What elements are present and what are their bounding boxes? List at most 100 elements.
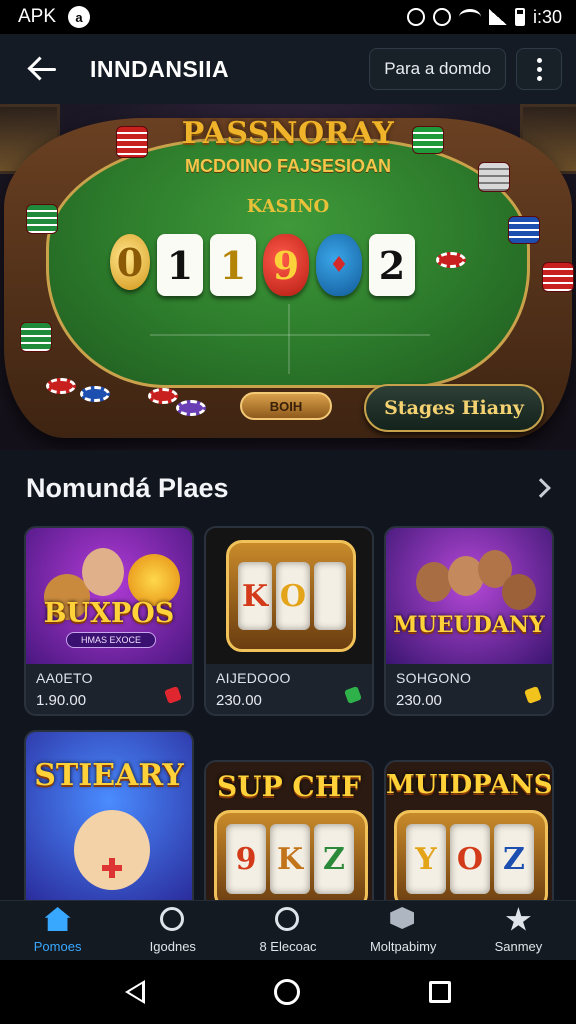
game-thumbnail: MUEUDANY [386, 528, 552, 664]
game-value: 230.00 [396, 692, 442, 709]
search-icon [159, 907, 186, 933]
game-art-title: MUIDPANS [386, 770, 552, 800]
section-title: Nomundá Plaes [26, 472, 229, 503]
game-name: SOHGONO [396, 670, 472, 686]
action-button[interactable]: Para a domdo [369, 48, 506, 90]
playing-card: 1 [157, 234, 203, 296]
game-art-subtitle: HMAS EXOCE [66, 632, 156, 648]
chat-icon [275, 907, 301, 933]
back-arrow-icon[interactable] [26, 52, 60, 86]
game-thumbnail: SUP CHF 9 K Z [206, 762, 372, 902]
game-art-title: SUP CHF [216, 770, 362, 803]
section-header: Nomundá Plaes [26, 470, 556, 506]
poker-chip [46, 378, 76, 394]
slot-reel: K [238, 562, 272, 630]
playing-card: 1 [210, 234, 256, 296]
slot-reel: K [270, 824, 310, 894]
chip-stack [542, 262, 574, 292]
timer-icon [432, 8, 451, 26]
wifi-icon [458, 9, 481, 25]
chip-stack [20, 322, 52, 352]
game-value: 230.00 [216, 692, 262, 709]
signal-icon [488, 9, 507, 25]
game-thumbnail: STIEARY [26, 732, 192, 902]
felt-line [288, 304, 290, 374]
card-row: 0 1 1 9 ♦ 2 [110, 234, 415, 296]
carrier-label: APK [18, 6, 57, 27]
poker-chip [436, 252, 466, 268]
home-icon [44, 907, 71, 933]
chip-stack [508, 216, 540, 244]
clock: i:30 [532, 6, 562, 27]
nav-label: Igodnes [149, 939, 196, 954]
character-face [82, 548, 124, 596]
chip-stack [478, 162, 510, 192]
nav-label: Moltpabimy [369, 939, 437, 954]
nav-item-box[interactable]: Moltpabimy [346, 901, 461, 960]
system-recents-icon[interactable] [429, 981, 452, 1003]
game-card[interactable]: SUP CHF 9 K Z [204, 760, 374, 902]
game-card[interactable]: BUXPOS HMAS EXOCE AA0ETO 1.90.00 [24, 526, 194, 716]
box-icon [390, 907, 416, 933]
slot-reel: O [450, 824, 490, 894]
nav-label: 8 Elecoac [259, 939, 317, 954]
app-bar: INNDANSIIA Para a domdo [0, 34, 576, 104]
game-meta: SOHGONO 230.00 [386, 664, 552, 714]
slot-reel: Z [494, 824, 534, 894]
poker-chip [176, 400, 206, 416]
game-card[interactable]: MUEUDANY SOHGONO 230.00 [384, 526, 554, 716]
game-name: AIJEDOOO [216, 670, 291, 686]
slot-reel: Y [406, 824, 446, 894]
battery-icon [514, 8, 525, 26]
chip-stack [116, 126, 148, 158]
system-home-icon[interactable] [273, 979, 300, 1005]
system-back-icon[interactable] [124, 980, 145, 1004]
character-face [74, 810, 150, 890]
slot-reel: 9 [226, 824, 266, 894]
character-face [416, 562, 452, 602]
game-art-title: MUEUDANY [393, 612, 545, 638]
game-value: 1.90.00 [36, 692, 87, 709]
game-art-title: STIEARY [34, 758, 184, 793]
game-card[interactable]: MUIDPANS Y O Z [384, 760, 554, 902]
hero-banner[interactable]: PASSNORAY MCDOINO FAJSESIOAN KASINO 0 1 … [0, 104, 576, 450]
poker-chip [80, 386, 110, 402]
bottom-navigation: Pomoes Igodnes 8 Elecoac Moltpabimy Sanm… [0, 900, 576, 960]
poker-chip [148, 388, 178, 404]
game-art-title: BUXPOS [43, 598, 175, 629]
game-name: AA0ETO [36, 670, 93, 686]
game-thumbnail: BUXPOS HMAS EXOCE [26, 528, 192, 664]
stages-button[interactable]: Stages Hiany [364, 384, 544, 432]
app-badge-icon: a [68, 6, 91, 28]
nav-item-home[interactable]: Pomoes [0, 901, 115, 960]
slot-reel: O [276, 562, 310, 630]
nav-label: Pomoes [33, 939, 82, 954]
nav-label: Sanmey [494, 939, 543, 954]
game-thumbnail: MUIDPANS Y O Z [386, 762, 552, 902]
card-coin: 0 [110, 234, 150, 290]
game-meta: AIJEDOOO 230.00 [206, 664, 372, 714]
status-bar: APK a i:30 [0, 0, 576, 34]
more-menu-icon[interactable] [516, 48, 562, 90]
nav-item-search[interactable]: Igodnes [115, 901, 230, 960]
blue-chip-card: ♦ [316, 234, 362, 296]
system-navigation-bar [0, 960, 576, 1024]
game-card[interactable]: STIEARY [24, 730, 194, 902]
nav-item-chat[interactable]: 8 Elecoac [230, 901, 345, 960]
slot-reel: Z [314, 824, 354, 894]
app-title: INNDANSIIA [90, 55, 230, 82]
hero-title: PASSNORAY [181, 116, 395, 151]
playing-card: 2 [369, 234, 415, 296]
table-plaque: BOIH [240, 392, 332, 420]
felt-line [150, 334, 430, 336]
character-face [502, 574, 536, 610]
nav-item-star[interactable]: Sanmey [461, 901, 576, 960]
felt-label: KASINO [246, 196, 330, 217]
game-card[interactable]: K O AIJEDOOO 230.00 [204, 526, 374, 716]
star-icon [505, 907, 531, 933]
game-meta: AA0ETO 1.90.00 [26, 664, 192, 714]
chevron-right-icon[interactable] [531, 478, 551, 498]
app-screen: APK a i:30 INNDANSIIA Para a domdo PASSN… [0, 0, 576, 1024]
red-chip-card: 9 [263, 234, 309, 296]
slot-reel [314, 562, 346, 630]
